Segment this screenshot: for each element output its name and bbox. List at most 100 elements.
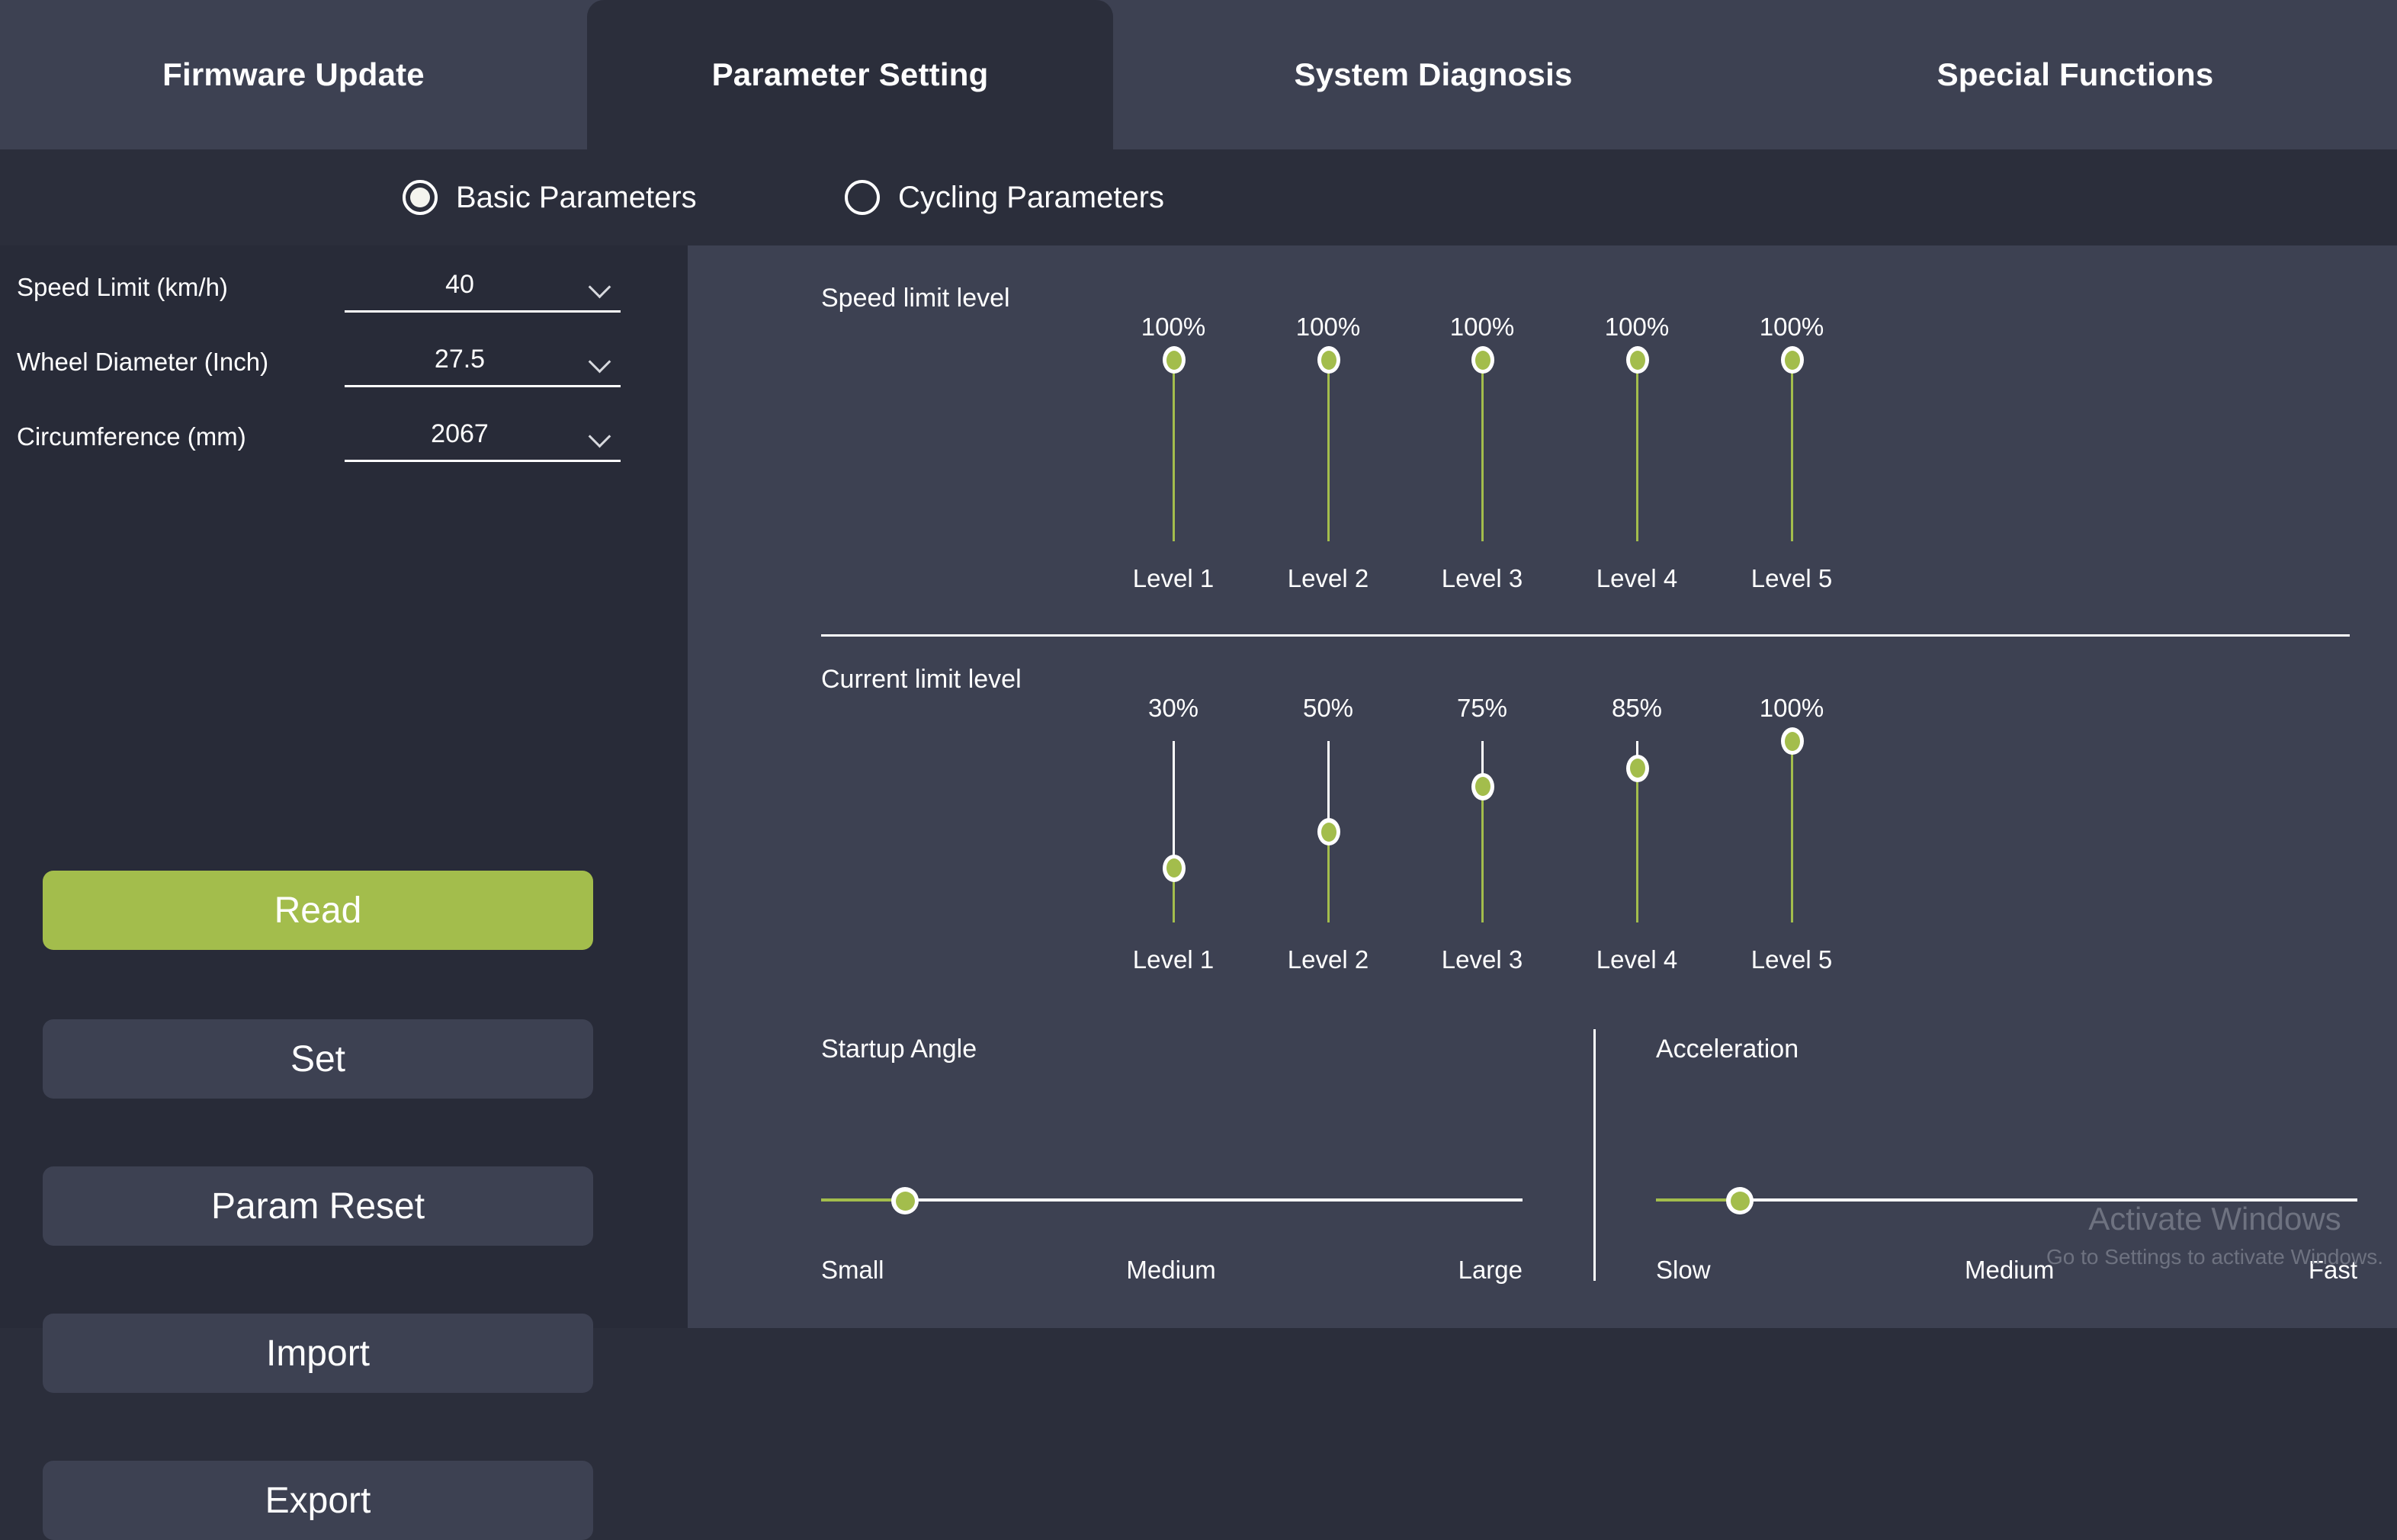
slider-fill bbox=[1173, 360, 1175, 541]
wheel-diameter-dropdown[interactable]: 27.5 bbox=[345, 342, 621, 387]
slider-level-label: Level 2 bbox=[1287, 945, 1369, 974]
slider-fill bbox=[1481, 786, 1484, 922]
vertical-divider bbox=[1593, 1029, 1596, 1281]
slider-percent-label: 30% bbox=[1147, 694, 1199, 722]
slider-level-label: Level 3 bbox=[1441, 564, 1523, 592]
vertical-slider[interactable]: 50% Level 2 bbox=[1244, 694, 1412, 1014]
slider-fill bbox=[1481, 360, 1484, 541]
slider-level-label: Level 5 bbox=[1750, 564, 1833, 592]
parameter-mode-radio-group: Basic Parameters Cycling Parameters bbox=[0, 149, 2397, 245]
slider-track[interactable] bbox=[1481, 360, 1484, 541]
startup-angle-slider[interactable]: Small Medium Large bbox=[821, 1069, 1523, 1290]
current-limit-level-sliders: 30% Level 1 50% Level 2 75% Level 3 85% Level 4… bbox=[688, 694, 2397, 1014]
current-limit-level-title: Current limit level bbox=[821, 665, 1022, 694]
slider-tick-label: Medium bbox=[1126, 1256, 1216, 1284]
slider-track[interactable] bbox=[1791, 360, 1793, 541]
slider-track[interactable] bbox=[1173, 360, 1175, 541]
slider-thumb[interactable] bbox=[1317, 346, 1340, 374]
radio-cycling-parameters[interactable]: Cycling Parameters bbox=[845, 149, 1164, 245]
chevron-down-icon bbox=[590, 428, 610, 448]
tab-bar: Firmware Update Parameter Setting System… bbox=[0, 0, 2397, 149]
vertical-slider[interactable]: 100% Level 5 bbox=[1708, 313, 1876, 633]
slider-thumb[interactable] bbox=[1781, 346, 1804, 374]
tab-label: Parameter Setting bbox=[711, 56, 989, 92]
slider-track[interactable] bbox=[1173, 741, 1175, 922]
slider-percent-label: 50% bbox=[1302, 694, 1354, 722]
slider-tick-label: Slow bbox=[1656, 1256, 1711, 1284]
slider-thumb[interactable] bbox=[1626, 346, 1649, 374]
acceleration-slider[interactable]: Slow Medium Fast bbox=[1656, 1069, 2357, 1290]
vertical-slider[interactable]: 30% Level 1 bbox=[1089, 694, 1257, 1014]
slider-track[interactable] bbox=[1791, 741, 1793, 922]
slider-percent-label: 100% bbox=[1449, 313, 1515, 341]
sidebar-panel: Speed Limit (km/h) 40 Wheel Diameter (In… bbox=[0, 245, 688, 1540]
vertical-slider[interactable]: 100% Level 4 bbox=[1553, 313, 1721, 633]
radio-selected-icon bbox=[403, 180, 438, 215]
tab-label: Firmware Update bbox=[162, 56, 425, 92]
slider-track[interactable] bbox=[821, 1198, 1523, 1202]
slider-fill bbox=[1791, 360, 1793, 541]
param-reset-button[interactable]: Param Reset bbox=[43, 1166, 593, 1246]
tab-label: System Diagnosis bbox=[1294, 56, 1573, 92]
tab-parameter-setting[interactable]: Parameter Setting bbox=[587, 0, 1113, 149]
tab-firmware-update[interactable]: Firmware Update bbox=[0, 0, 587, 149]
slider-tick-label: Large bbox=[1458, 1256, 1523, 1284]
field-value: 40 bbox=[445, 270, 474, 299]
slider-thumb[interactable] bbox=[1471, 346, 1494, 374]
radio-unselected-icon bbox=[845, 180, 880, 215]
slider-thumb[interactable] bbox=[1626, 754, 1649, 782]
slider-thumb[interactable] bbox=[1781, 727, 1804, 755]
vertical-slider[interactable]: 100% Level 3 bbox=[1398, 313, 1566, 633]
slider-track[interactable] bbox=[1481, 741, 1484, 922]
slider-level-label: Level 1 bbox=[1132, 945, 1215, 974]
tab-system-diagnosis[interactable]: System Diagnosis bbox=[1113, 0, 1754, 149]
speed-limit-dropdown[interactable]: 40 bbox=[345, 267, 621, 313]
vertical-slider[interactable]: 75% Level 3 bbox=[1398, 694, 1566, 1014]
chevron-down-icon bbox=[590, 279, 610, 299]
tab-special-functions[interactable]: Special Functions bbox=[1754, 0, 2397, 149]
slider-level-label: Level 3 bbox=[1441, 945, 1523, 974]
vertical-slider[interactable]: 85% Level 4 bbox=[1553, 694, 1721, 1014]
slider-level-label: Level 4 bbox=[1596, 564, 1678, 592]
field-value: 27.5 bbox=[434, 345, 486, 374]
vertical-slider[interactable]: 100% Level 1 bbox=[1089, 313, 1257, 633]
slider-thumb[interactable] bbox=[1726, 1187, 1754, 1214]
field-label: Wheel Diameter (Inch) bbox=[17, 348, 269, 376]
tab-label: Special Functions bbox=[1937, 56, 2214, 92]
slider-level-label: Level 5 bbox=[1750, 945, 1833, 974]
set-button[interactable]: Set bbox=[43, 1019, 593, 1099]
field-circumference: Circumference (mm) 2067 bbox=[0, 416, 688, 462]
field-value: 2067 bbox=[431, 419, 489, 448]
vertical-slider[interactable]: 100% Level 2 bbox=[1244, 313, 1412, 633]
slider-thumb[interactable] bbox=[891, 1187, 919, 1214]
read-button[interactable]: Read bbox=[43, 871, 593, 950]
circumference-dropdown[interactable]: 2067 bbox=[345, 416, 621, 462]
slider-thumb[interactable] bbox=[1471, 772, 1494, 800]
import-button[interactable]: Import bbox=[43, 1314, 593, 1393]
speed-limit-level-title: Speed limit level bbox=[821, 284, 1010, 313]
slider-track[interactable] bbox=[1656, 1198, 2357, 1202]
startup-angle-title: Startup Angle bbox=[821, 1035, 977, 1064]
slider-percent-label: 100% bbox=[1141, 313, 1206, 341]
acceleration-title: Acceleration bbox=[1656, 1035, 1799, 1064]
radio-basic-parameters[interactable]: Basic Parameters bbox=[403, 149, 697, 245]
radio-label: Basic Parameters bbox=[456, 180, 697, 214]
field-speed-limit: Speed Limit (km/h) 40 bbox=[0, 267, 688, 313]
slider-thumb[interactable] bbox=[1163, 854, 1186, 882]
slider-level-label: Level 4 bbox=[1596, 945, 1678, 974]
slider-fill bbox=[1327, 360, 1330, 541]
slider-track[interactable] bbox=[1327, 360, 1330, 541]
field-label: Speed Limit (km/h) bbox=[17, 273, 228, 301]
slider-fill bbox=[1791, 741, 1793, 922]
slider-track[interactable] bbox=[1636, 360, 1638, 541]
export-button[interactable]: Export bbox=[43, 1461, 593, 1540]
slider-tick-labels: Slow Medium Fast bbox=[1656, 1256, 2357, 1285]
chevron-down-icon bbox=[590, 354, 610, 374]
slider-percent-label: 100% bbox=[1295, 313, 1361, 341]
field-wheel-diameter: Wheel Diameter (Inch) 27.5 bbox=[0, 342, 688, 387]
slider-percent-label: 100% bbox=[1759, 694, 1824, 722]
vertical-slider[interactable]: 100% Level 5 bbox=[1708, 694, 1876, 1014]
slider-thumb[interactable] bbox=[1317, 818, 1340, 845]
slider-thumb[interactable] bbox=[1163, 346, 1186, 374]
slider-fill bbox=[1636, 768, 1638, 922]
